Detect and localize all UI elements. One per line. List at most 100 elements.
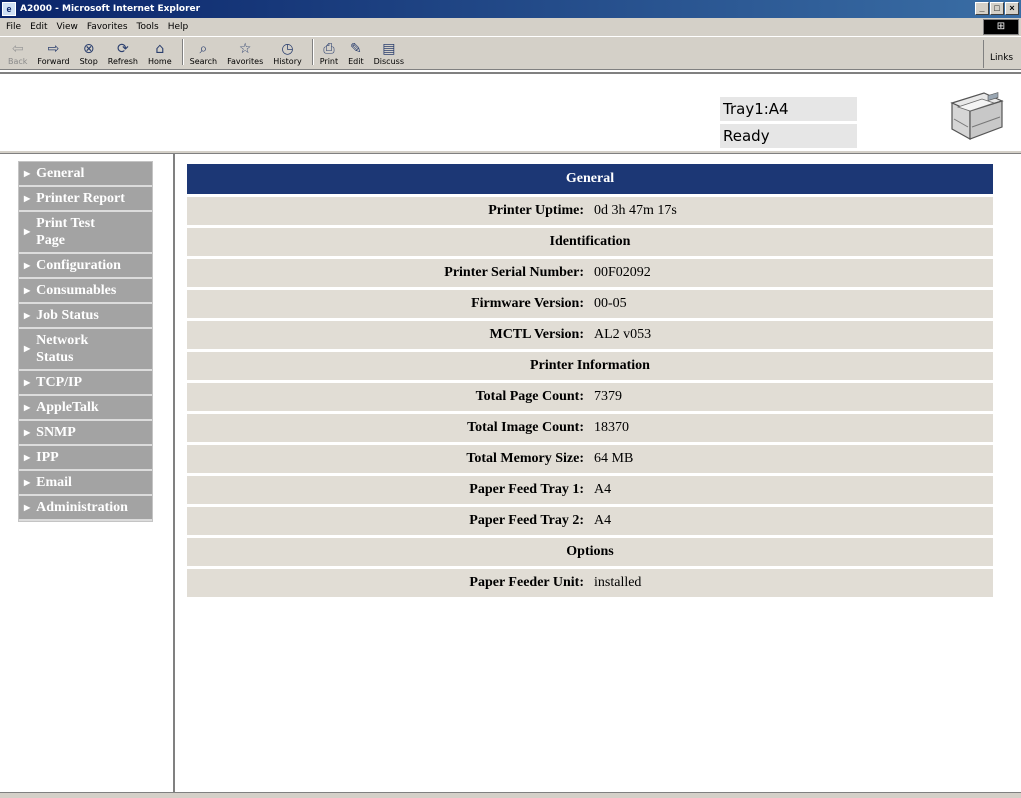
serial-number-value: 00F02092 — [592, 259, 993, 287]
sidebar-item-job-status[interactable]: ▶ Job Status — [19, 304, 152, 329]
table-row: Paper Feed Tray 2: A4 — [187, 507, 993, 535]
print-button[interactable]: ⎙ Print — [320, 41, 338, 66]
forward-button[interactable]: ⇨ Forward — [37, 41, 69, 66]
triangle-right-icon: ▶ — [24, 344, 31, 353]
table-row: Firmware Version: 00-05 — [187, 290, 993, 318]
sidebar-item-label: Administration — [36, 500, 128, 515]
triangle-right-icon: ▶ — [24, 194, 31, 203]
sidebar-item-email[interactable]: ▶ Email — [19, 471, 152, 496]
triangle-right-icon: ▶ — [24, 503, 31, 512]
toolbar-separator — [181, 38, 184, 65]
sidebar-item-ipp[interactable]: ▶ IPP — [19, 446, 152, 471]
triangle-right-icon: ▶ — [24, 261, 31, 270]
mctl-version-value: AL2 v053 — [592, 321, 993, 349]
paper-feed-tray-1-key: Paper Feed Tray 1: — [187, 476, 592, 504]
menu-edit[interactable]: Edit — [30, 22, 47, 32]
close-button[interactable]: × — [1005, 2, 1019, 15]
printer-icon — [950, 92, 1004, 141]
ie-app-icon: e — [2, 2, 16, 16]
paper-feed-tray-2-value: A4 — [592, 507, 993, 535]
sidebar-item-administration[interactable]: ▶ Administration — [19, 496, 152, 521]
menu-file[interactable]: File — [6, 22, 21, 32]
refresh-icon: ⟳ — [117, 41, 129, 57]
menu-view[interactable]: View — [57, 22, 78, 32]
triangle-right-icon: ▶ — [24, 227, 31, 236]
print-icon: ⎙ — [323, 41, 335, 57]
triangle-right-icon: ▶ — [24, 169, 31, 178]
sidebar-item-appletalk[interactable]: ▶ AppleTalk — [19, 396, 152, 421]
sidebar-item-label: Job Status — [36, 308, 99, 323]
paper-feed-tray-1-value: A4 — [592, 476, 993, 504]
toolbar-separator — [311, 38, 314, 65]
edit-icon: ✎ — [350, 41, 362, 57]
triangle-right-icon: ▶ — [24, 478, 31, 487]
triangle-right-icon: ▶ — [24, 378, 31, 387]
home-button[interactable]: ⌂ Home — [148, 41, 172, 66]
menu-favorites[interactable]: Favorites — [87, 22, 128, 32]
sidebar-item-consumables[interactable]: ▶ Consumables — [19, 279, 152, 304]
sidebar-item-general[interactable]: ▶ General — [19, 162, 152, 187]
history-button[interactable]: ◷ History — [273, 41, 301, 66]
links-button[interactable]: Links — [983, 40, 1019, 68]
triangle-right-icon: ▶ — [24, 286, 31, 295]
sidebar-item-configuration[interactable]: ▶ Configuration — [19, 254, 152, 279]
edit-button[interactable]: ✎ Edit — [348, 41, 364, 66]
table-row: Paper Feed Tray 1: A4 — [187, 476, 993, 504]
discuss-button[interactable]: ▤ Discuss — [374, 41, 404, 66]
table-row: Total Page Count: 7379 — [187, 383, 993, 411]
paper-feeder-unit-value: installed — [592, 569, 993, 597]
sidebar-item-label: Email — [36, 475, 72, 490]
total-page-count-value: 7379 — [592, 383, 993, 411]
stop-label: Stop — [79, 57, 98, 66]
maximize-button[interactable]: □ — [990, 2, 1004, 15]
menu-help[interactable]: Help — [168, 22, 189, 32]
window-title: A2000 - Microsoft Internet Explorer — [20, 4, 201, 14]
uptime-key: Printer Uptime: — [187, 197, 592, 225]
home-icon: ⌂ — [155, 41, 165, 57]
section-heading-identification: Identification — [187, 228, 993, 256]
search-button[interactable]: ⌕ Search — [190, 41, 217, 66]
firmware-version-value: 00-05 — [592, 290, 993, 318]
total-image-count-key: Total Image Count: — [187, 414, 592, 442]
back-button[interactable]: ⇦ Back — [8, 41, 27, 66]
window-titlebar: e A2000 - Microsoft Internet Explorer _ … — [0, 0, 1021, 18]
sidebar-item-snmp[interactable]: ▶ SNMP — [19, 421, 152, 446]
table-row: Printer Serial Number: 00F02092 — [187, 259, 993, 287]
sidebar-item-print-test-page[interactable]: ▶ Print Test Page — [19, 212, 152, 254]
sidebar-item-network-status[interactable]: ▶ Network Status — [19, 329, 152, 371]
total-memory-size-value: 64 MB — [592, 445, 993, 473]
section-heading-options: Options — [187, 538, 993, 566]
menu-tools[interactable]: Tools — [137, 22, 159, 32]
table-header-row: General — [187, 164, 993, 194]
sidebar-frame: ▶ General ▶ Printer Report ▶ Print Test … — [0, 154, 175, 798]
sidebar-item-printer-report[interactable]: ▶ Printer Report — [19, 187, 152, 212]
search-label: Search — [189, 57, 218, 66]
window-controls: _ □ × — [975, 2, 1019, 15]
forward-label: Forward — [37, 57, 70, 66]
page-title: General — [187, 164, 993, 194]
window-bottom-edge — [0, 792, 1021, 798]
sidebar-menu: ▶ General ▶ Printer Report ▶ Print Test … — [18, 161, 153, 522]
print-label: Print — [319, 57, 339, 66]
favorites-button[interactable]: ☆ Favorites — [227, 41, 263, 66]
sidebar-item-tcp-ip[interactable]: ▶ TCP/IP — [19, 371, 152, 396]
minimize-button[interactable]: _ — [975, 2, 989, 15]
history-label: History — [273, 57, 302, 66]
triangle-right-icon: ▶ — [24, 428, 31, 437]
table-row: MCTL Version: AL2 v053 — [187, 321, 993, 349]
triangle-right-icon: ▶ — [24, 311, 31, 320]
sidebar-item-label: Configuration — [36, 258, 121, 273]
stop-button[interactable]: ⊗ Stop — [80, 41, 98, 66]
triangle-right-icon: ▶ — [24, 453, 31, 462]
general-info-table: General Printer Uptime: 0d 3h 47m 17s Id… — [187, 161, 993, 600]
discuss-icon: ▤ — [382, 41, 396, 57]
sidebar-item-label: Consumables — [36, 283, 117, 298]
standard-toolbar: ⇦ Back ⇨ Forward ⊗ Stop ⟳ Refresh ⌂ Home… — [0, 36, 1021, 70]
section-heading-printer-information: Printer Information — [187, 352, 993, 380]
paper-feeder-unit-key: Paper Feeder Unit: — [187, 569, 592, 597]
firmware-version-key: Firmware Version: — [187, 290, 592, 318]
sidebar-item-label: AppleTalk — [36, 400, 99, 415]
refresh-label: Refresh — [107, 57, 138, 66]
section-row: Identification — [187, 228, 993, 256]
refresh-button[interactable]: ⟳ Refresh — [108, 41, 138, 66]
